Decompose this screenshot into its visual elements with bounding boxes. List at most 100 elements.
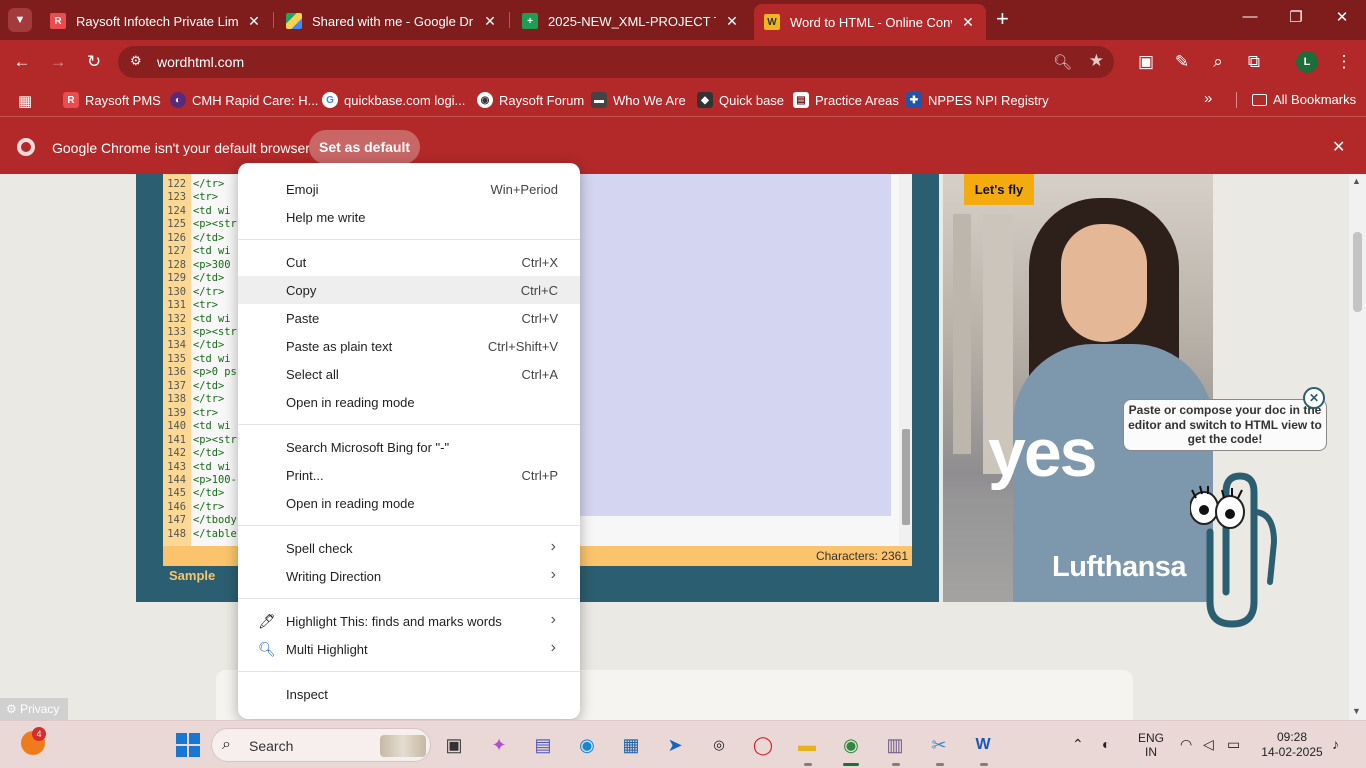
task-view-icon[interactable]: ▣	[441, 732, 467, 758]
code-text[interactable]: </td>	[189, 272, 224, 285]
code-line[interactable]: 148 </table	[163, 528, 243, 541]
code-text[interactable]: </td>	[189, 232, 224, 245]
menu-item-cut[interactable]: Cut Ctrl+X	[238, 248, 580, 276]
code-text[interactable]: </td>	[189, 380, 224, 393]
opera-icon[interactable]: ◯	[750, 732, 776, 758]
code-text[interactable]: <td wi	[189, 313, 231, 326]
code-line[interactable]: 147 </tbody	[163, 514, 243, 527]
editor-scrollbar[interactable]	[899, 174, 912, 546]
close-icon[interactable]: ✕	[482, 13, 498, 30]
close-icon[interactable]: ✕	[1332, 137, 1345, 157]
code-text[interactable]: </tr>	[189, 393, 224, 406]
code-line[interactable]: 129 </td>	[163, 272, 243, 285]
notification-bell-icon[interactable]: ♪	[1332, 736, 1339, 752]
code-text[interactable]: </tr>	[189, 501, 224, 514]
code-line[interactable]: 136 <p>0 ps	[163, 366, 243, 379]
code-line[interactable]: 146 </tr>	[163, 501, 243, 514]
apps-grid-icon[interactable]: ▦	[18, 92, 32, 110]
code-line[interactable]: 125 <p><str	[163, 218, 243, 231]
menu-item-reading-mode[interactable]: Open in reading mode	[238, 489, 580, 517]
bookmark-star-icon[interactable]: ★	[1089, 51, 1104, 71]
extensions-puzzle-icon[interactable]: ⧉	[1242, 52, 1266, 72]
volume-icon[interactable]: ◁	[1203, 736, 1214, 753]
clock[interactable]: 09:28 14-02-2025	[1257, 730, 1327, 760]
menu-item-select-all[interactable]: Select all Ctrl+A	[238, 360, 580, 388]
code-text[interactable]: </td>	[189, 487, 224, 500]
close-icon[interactable]: ✕	[724, 13, 740, 30]
reload-icon[interactable]: ↻	[82, 52, 106, 72]
menu-item-emoji[interactable]: Emoji Win+Period	[238, 175, 580, 203]
close-window-icon[interactable]: ✕	[1330, 8, 1354, 26]
code-text[interactable]: <p>300	[189, 259, 231, 272]
close-icon[interactable]: ✕	[1303, 387, 1325, 409]
network-status-icon[interactable]: ◐	[1102, 736, 1110, 752]
edge-icon[interactable]: ◉	[574, 732, 600, 758]
code-line[interactable]: 141 <p><str	[163, 434, 243, 447]
maximize-icon[interactable]: ❐	[1284, 8, 1308, 26]
code-text[interactable]: <p>0 ps	[189, 366, 237, 379]
teams-icon[interactable]: ▤	[530, 732, 556, 758]
code-area[interactable]: 122 </tr> 123 <tr> 124 <td wi 125 <p><str 126 </t…	[163, 178, 243, 541]
calculator-icon[interactable]: ▥	[882, 732, 908, 758]
chrome-icon[interactable]: ◉	[838, 732, 864, 758]
code-text[interactable]: <tr>	[189, 407, 218, 420]
highlighter-extension-icon[interactable]: ✎	[1170, 52, 1194, 72]
code-text[interactable]: </td>	[189, 447, 224, 460]
code-line[interactable]: 133 <p><str	[163, 326, 243, 339]
scrollbar-thumb[interactable]	[902, 429, 910, 525]
code-line[interactable]: 140 <td wi	[163, 420, 243, 433]
tab-search-button[interactable]: ▼	[8, 8, 32, 32]
close-icon[interactable]: ✕	[246, 13, 262, 30]
zoom-icon[interactable]: 🔍︎	[1053, 53, 1072, 71]
scroll-down-icon[interactable]: ▼	[1352, 706, 1361, 716]
code-line[interactable]: 126 </td>	[163, 232, 243, 245]
tab-raysoft[interactable]: R Raysoft Infotech Private Limited ✕	[40, 6, 272, 36]
dell-icon[interactable]: ◎	[706, 732, 732, 758]
more-menu-icon[interactable]: ⋮	[1332, 52, 1356, 72]
close-icon[interactable]: ✕	[960, 14, 976, 31]
menu-item-copy[interactable]: Copy Ctrl+C	[238, 276, 580, 304]
code-line[interactable]: 137 </td>	[163, 380, 243, 393]
copilot-icon[interactable]: ✦	[486, 732, 512, 758]
menu-item-print[interactable]: Print... Ctrl+P	[238, 461, 580, 489]
bookmark-quickbase-login[interactable]: Gquickbase.com logi...	[322, 92, 465, 108]
code-text[interactable]: </td>	[189, 339, 224, 352]
code-text[interactable]: <td wi	[189, 353, 231, 366]
bookmark-raysoft-forum[interactable]: ◉ Raysoft Forum	[477, 92, 584, 108]
code-text[interactable]: <p>100-	[189, 474, 237, 487]
tab-google-sheets[interactable]: + 2025-NEW_XML-PROJECT TRAC ✕	[512, 6, 750, 36]
code-text[interactable]: </tbody	[189, 514, 237, 527]
language-indicator[interactable]: ENG IN	[1138, 731, 1164, 759]
advertisement[interactable]: Let's fly yes Lufthansa	[943, 174, 1213, 602]
power-automate-icon[interactable]: ➤	[662, 732, 688, 758]
code-line[interactable]: 139 <tr>	[163, 407, 243, 420]
new-tab-icon[interactable]: +	[996, 8, 1009, 30]
menu-item-multi-highlight[interactable]: 🔍︎ Multi Highlight ›	[238, 635, 580, 663]
word-icon[interactable]: W	[970, 732, 996, 758]
snipping-tool-icon[interactable]: ✂	[926, 732, 952, 758]
code-text[interactable]: <p><str	[189, 218, 237, 231]
back-arrow-icon[interactable]: ←	[10, 52, 34, 72]
forward-arrow-icon[interactable]: →	[46, 52, 70, 72]
windows-start-icon[interactable]	[176, 733, 200, 757]
code-line[interactable]: 130 </tr>	[163, 286, 243, 299]
menu-item-reading-mode[interactable]: Open in reading mode	[238, 388, 580, 416]
address-bar[interactable]: ⚙ wordhtml.com 🔍︎ ★	[118, 46, 1114, 78]
code-line[interactable]: 131 <tr>	[163, 299, 243, 312]
menu-item-help-me-write[interactable]: Help me write	[238, 203, 580, 231]
bookmark-raysoft-pms[interactable]: R Raysoft PMS	[63, 92, 161, 108]
file-explorer-icon[interactable]: ▬	[794, 732, 820, 758]
code-text[interactable]: <td wi	[189, 245, 231, 258]
code-line[interactable]: 144 <p>100-	[163, 474, 243, 487]
code-line[interactable]: 132 <td wi	[163, 313, 243, 326]
code-text[interactable]: </tr>	[189, 178, 224, 191]
profile-avatar[interactable]: L	[1296, 51, 1318, 73]
minimize-icon[interactable]: —	[1238, 8, 1262, 25]
page-scrollbar[interactable]: ▲ ▼	[1349, 174, 1366, 720]
code-line[interactable]: 143 <td wi	[163, 461, 243, 474]
bookmark-practice-areas[interactable]: ▤ Practice Areas	[793, 92, 899, 108]
code-text[interactable]: <tr>	[189, 299, 218, 312]
menu-item-paste-plain-text[interactable]: Paste as plain text Ctrl+Shift+V	[238, 332, 580, 360]
wifi-icon[interactable]: ◠	[1180, 736, 1192, 753]
code-line[interactable]: 127 <td wi	[163, 245, 243, 258]
